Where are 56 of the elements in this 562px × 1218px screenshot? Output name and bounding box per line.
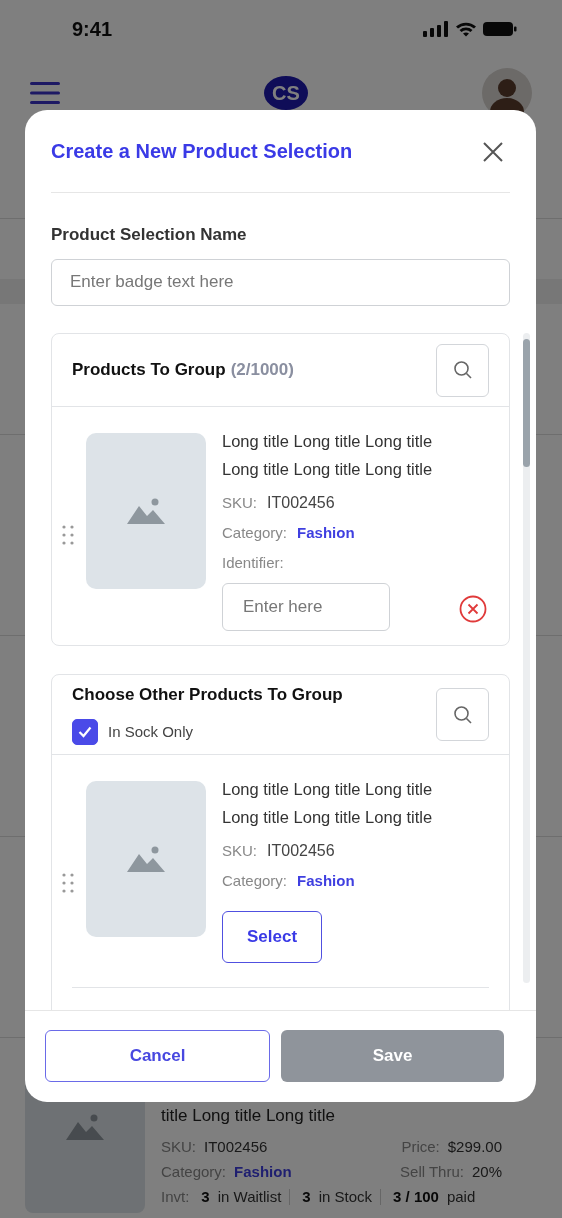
inventory-label: paid <box>446 1188 476 1205</box>
group-title: Choose Other Products To Group <box>72 684 343 705</box>
drag-handle-icon[interactable] <box>62 524 74 545</box>
image-icon <box>127 497 165 524</box>
product-title: Long title Long title Long title Long title Long title Long title <box>222 430 434 480</box>
sku-label: SKU: <box>161 1138 196 1155</box>
status-time: 9:41 <box>72 17 113 41</box>
drag-handle-icon[interactable] <box>62 872 74 893</box>
price-value: $299.00 <box>447 1138 502 1155</box>
image-icon <box>127 845 165 872</box>
search-button[interactable] <box>436 688 489 742</box>
image-icon <box>66 1113 104 1140</box>
inventory-count: 3 <box>302 1188 311 1205</box>
search-button[interactable] <box>436 343 489 397</box>
sell-thru-value: 20% <box>471 1163 502 1180</box>
inventory-label: in Waitlist <box>217 1188 282 1205</box>
category-link[interactable]: Fashion <box>234 1163 292 1180</box>
price-label: Price: <box>401 1138 440 1155</box>
logo: CS <box>264 76 308 110</box>
inventory-count: 3 <box>201 1188 210 1205</box>
category-label: Category: <box>161 1163 227 1180</box>
select-button[interactable]: Select <box>222 910 322 963</box>
sku-label: SKU: <box>222 840 257 861</box>
group-title: Products To Group (2/1000) <box>72 360 294 381</box>
sku-value: IT002456 <box>267 492 335 513</box>
scrollbar-thumb[interactable] <box>523 338 530 467</box>
search-icon <box>452 360 473 381</box>
dialog-title: Create a New Product Selection <box>51 140 353 164</box>
product-title: title Long title Long title <box>161 1106 336 1126</box>
inventory-label: in Stock <box>318 1188 373 1205</box>
battery-icon <box>483 21 517 37</box>
menu-icon[interactable] <box>30 81 60 105</box>
sku-value: IT002456 <box>204 1138 268 1155</box>
wifi-icon <box>455 21 477 37</box>
search-icon <box>452 704 473 725</box>
sell-thru-label: Sell Thru: <box>400 1163 464 1180</box>
checkbox-label: In Sock Only <box>108 723 194 741</box>
close-icon[interactable] <box>483 142 503 162</box>
category-link[interactable]: Fashion <box>297 522 355 543</box>
sku-label: SKU: <box>222 492 257 513</box>
category-label: Category: <box>222 522 288 543</box>
remove-icon[interactable] <box>459 594 487 623</box>
inventory-count: 3 / 100 <box>393 1188 439 1205</box>
category-link[interactable]: Fashion <box>297 870 355 891</box>
inventory-label: Invt: <box>161 1188 190 1205</box>
identifier-label: Identifier: <box>222 552 285 573</box>
name-input-field[interactable]: Enter badge text here <box>51 258 510 306</box>
product-title: Long title Long title Long title Long title Long title Long title <box>222 778 434 828</box>
signal-icon <box>423 21 449 37</box>
cancel-button[interactable]: Cancel <box>45 1030 270 1082</box>
identifier-input-field[interactable]: Enter here <box>222 582 390 631</box>
sku-value: IT002456 <box>267 840 335 861</box>
check-icon <box>78 725 92 738</box>
field-label: Product Selection Name <box>51 224 248 245</box>
checkbox[interactable] <box>72 718 98 745</box>
category-label: Category: <box>222 870 288 891</box>
